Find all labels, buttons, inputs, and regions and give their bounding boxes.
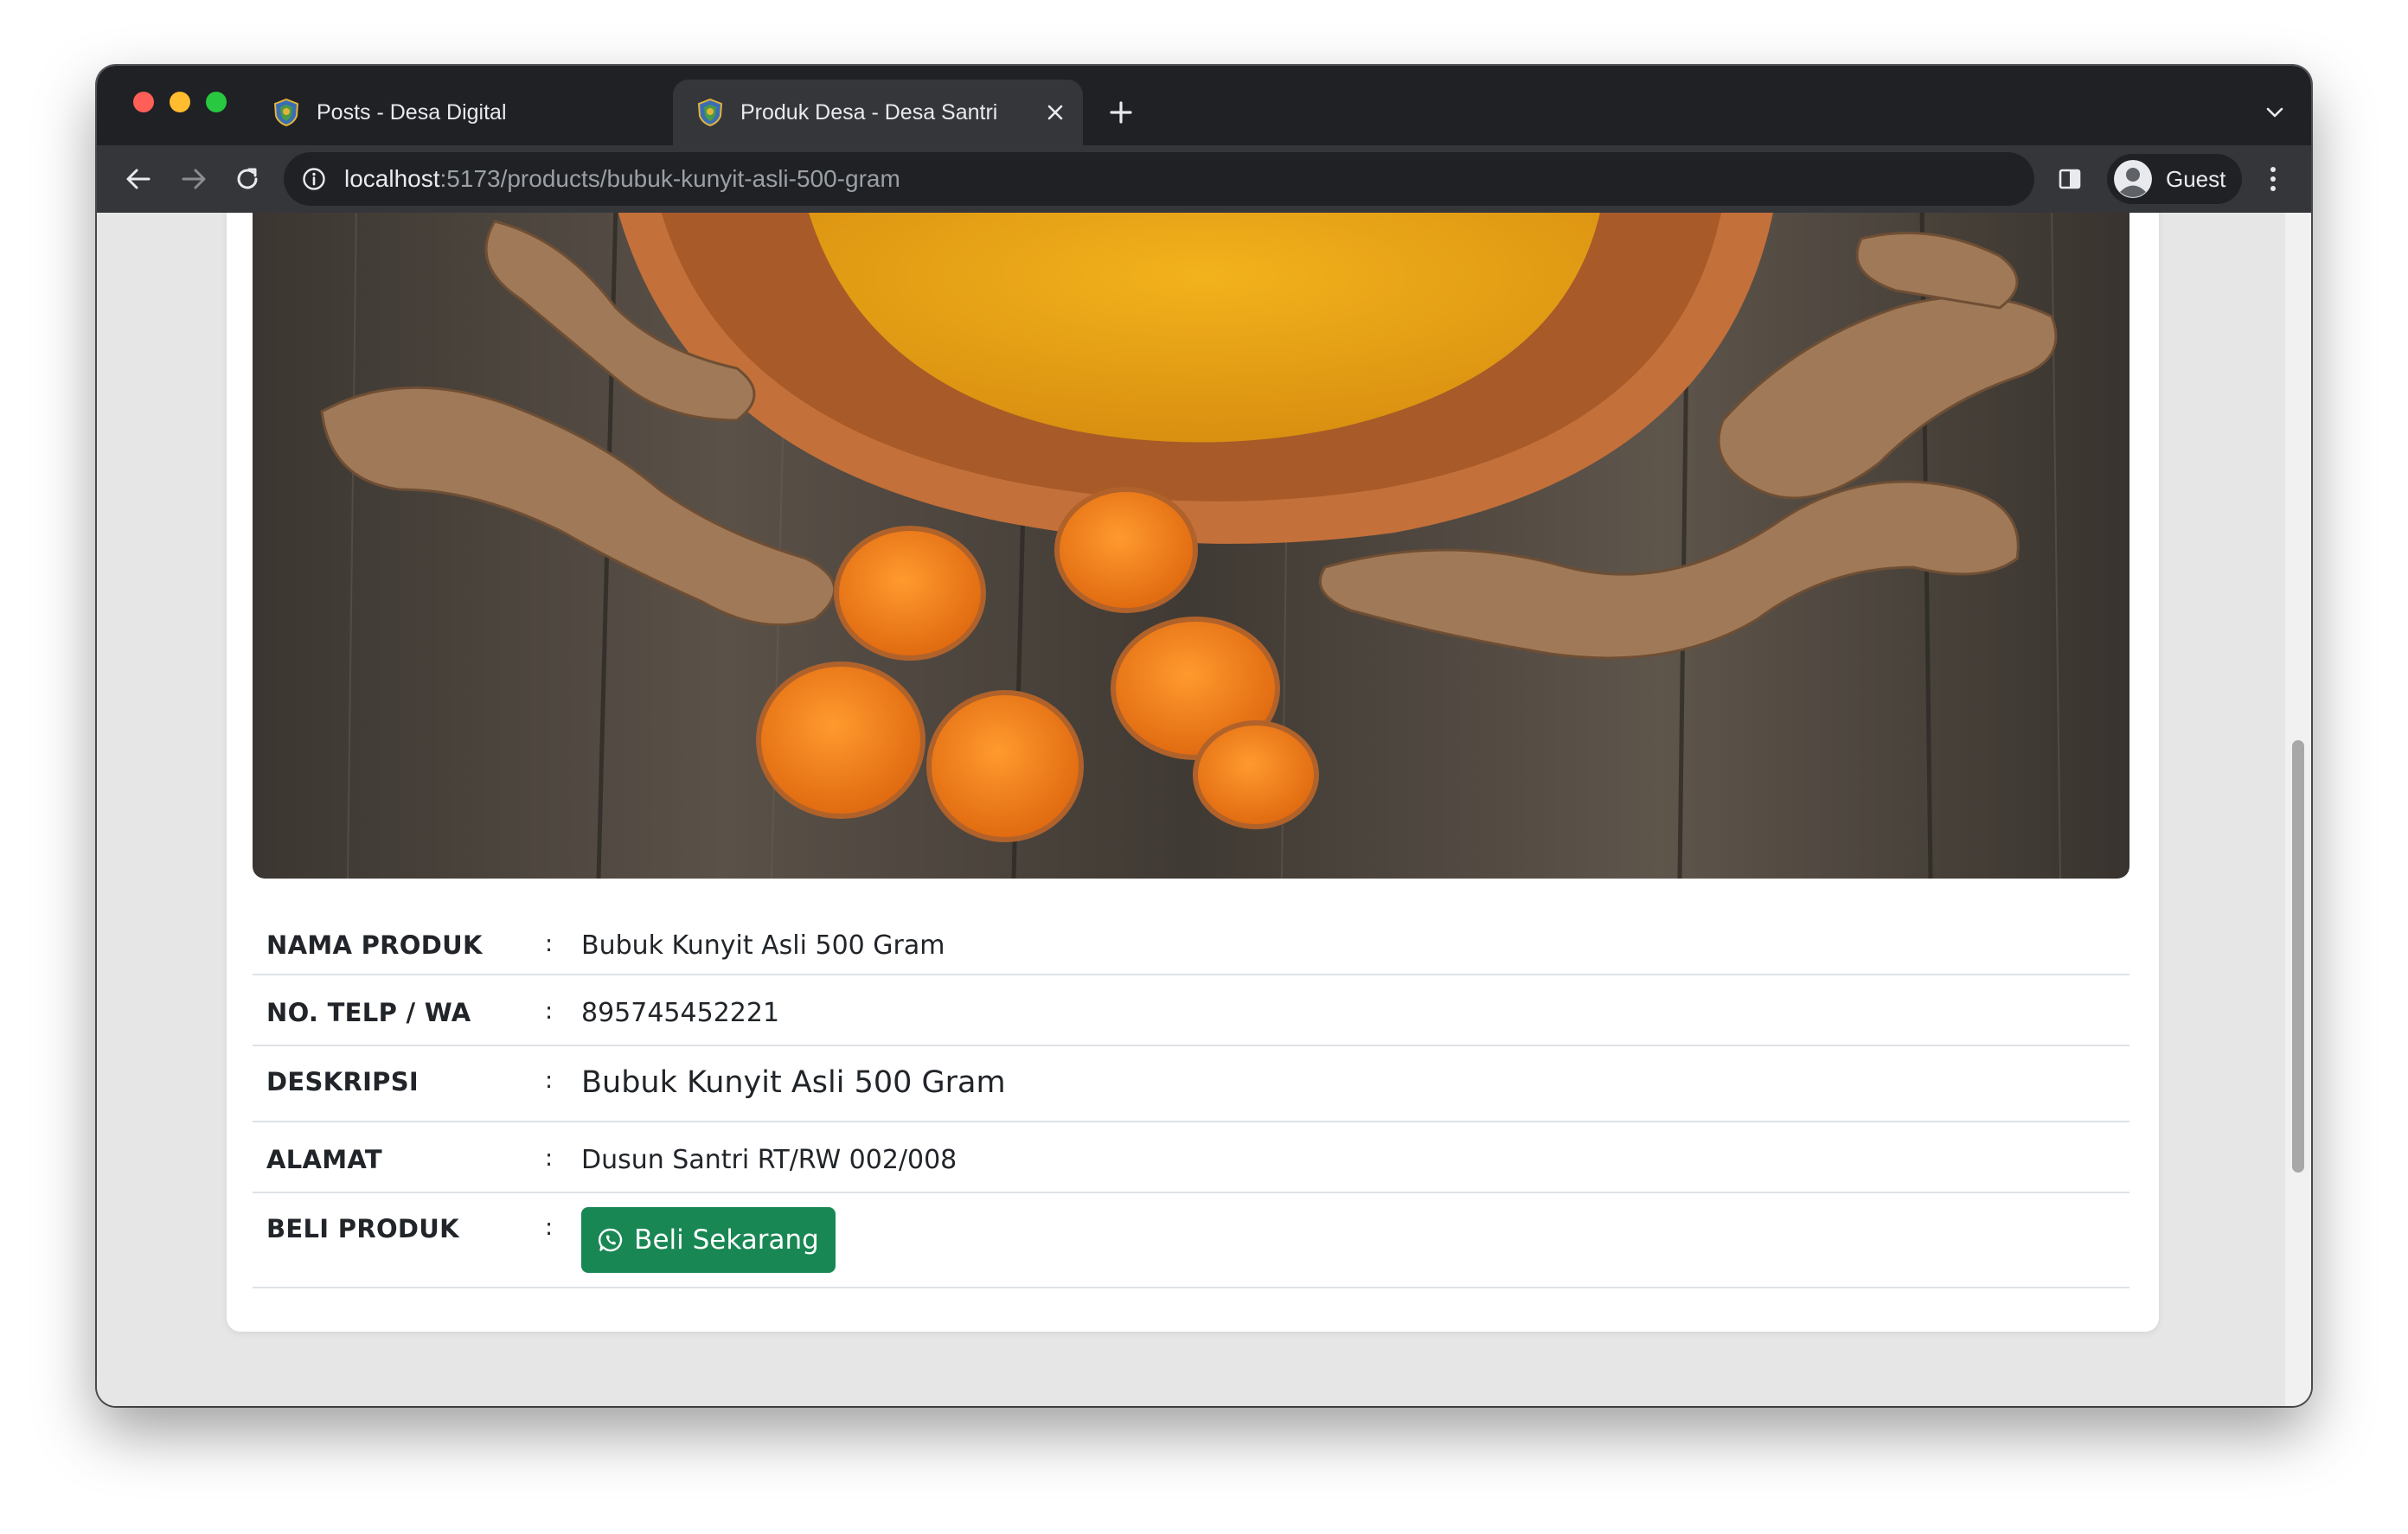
new-tab-button[interactable] [1104,95,1138,130]
vertical-scrollbar[interactable] [2285,213,2311,1406]
description-value: Bubuk Kunyit Asli 500 Gram [581,1065,1006,1100]
side-panel-button[interactable] [2053,163,2086,195]
table-row: BELI PRODUK : Beli Sekarang [253,1193,2129,1288]
table-row: NAMA PRODUK : Bubuk Kunyit Asli 500 Gram [253,904,2129,975]
close-tab-icon[interactable] [1040,97,1071,128]
profile-button[interactable]: Guest [2107,154,2242,204]
tab-title: Posts - Desa Digital [317,99,507,125]
row-separator: : [545,1214,554,1241]
browser-toolbar: localhost:5173/products/bubuk-kunyit-asl… [97,145,2311,213]
buy-now-label: Beli Sekarang [634,1224,819,1256]
forward-button[interactable] [175,160,213,198]
browser-window: Posts - Desa Digital Produk Desa - Desa … [97,66,2311,1406]
close-window-button[interactable] [133,92,154,112]
row-label: NO. TELP / WA [266,998,471,1027]
address-bar[interactable]: localhost:5173/products/bubuk-kunyit-asl… [284,152,2034,206]
back-button[interactable] [119,160,157,198]
zoom-window-button[interactable] [206,92,227,112]
scrollbar-thumb[interactable] [2292,740,2304,1173]
whatsapp-icon [599,1228,623,1252]
tab-search-button[interactable] [2259,97,2290,128]
reload-icon [237,168,258,189]
table-row: DESKRIPSI : Bubuk Kunyit Asli 500 Gram [253,1046,2129,1122]
row-separator: : [545,1145,554,1172]
window-controls [133,92,227,112]
plus-icon [1110,101,1132,124]
row-label: BELI PRODUK [266,1214,459,1243]
url-text: localhost:5173/products/bubuk-kunyit-asl… [344,165,900,193]
row-label: NAMA PRODUK [266,930,483,960]
row-separator: : [545,1067,554,1094]
tab-strip: Posts - Desa Digital Produk Desa - Desa … [97,66,2311,145]
address-value: Dusun Santri RT/RW 002/008 [581,1145,957,1175]
reload-button[interactable] [228,160,266,198]
table-row: NO. TELP / WA : 895745452221 [253,975,2129,1046]
avatar-icon [2114,160,2152,198]
row-separator: : [545,930,554,957]
profile-name: Guest [2166,165,2226,192]
buy-now-button[interactable]: Beli Sekarang [581,1207,836,1273]
row-label: DESKRIPSI [266,1067,419,1096]
url-host: localhost [344,165,440,192]
page-viewport: NAMA PRODUK : Bubuk Kunyit Asli 500 Gram… [97,213,2311,1406]
row-separator: : [545,998,554,1025]
arrow-right-icon [182,169,206,189]
side-panel-icon [2059,169,2081,189]
site-info-icon[interactable] [301,166,327,192]
tab-produk-desa[interactable]: Produk Desa - Desa Santri [673,80,1083,145]
village-emblem-icon [273,99,299,126]
more-vertical-icon [2270,167,2276,191]
url-path: :5173/products/bubuk-kunyit-asli-500-gra… [439,165,900,192]
phone-value: 895745452221 [581,998,780,1028]
product-details-table: NAMA PRODUK : Bubuk Kunyit Asli 500 Gram… [253,904,2129,1288]
product-name-value: Bubuk Kunyit Asli 500 Gram [581,930,945,961]
arrow-left-icon [126,169,150,189]
minimize-window-button[interactable] [170,92,190,112]
chevron-down-icon [2266,107,2283,118]
table-row: ALAMAT : Dusun Santri RT/RW 002/008 [253,1122,2129,1193]
turmeric-product-photo [253,213,2129,879]
browser-menu-button[interactable] [2258,163,2289,195]
tab-title: Produk Desa - Desa Santri [740,99,998,125]
village-emblem-icon [697,99,723,126]
row-label: ALAMAT [266,1145,382,1174]
